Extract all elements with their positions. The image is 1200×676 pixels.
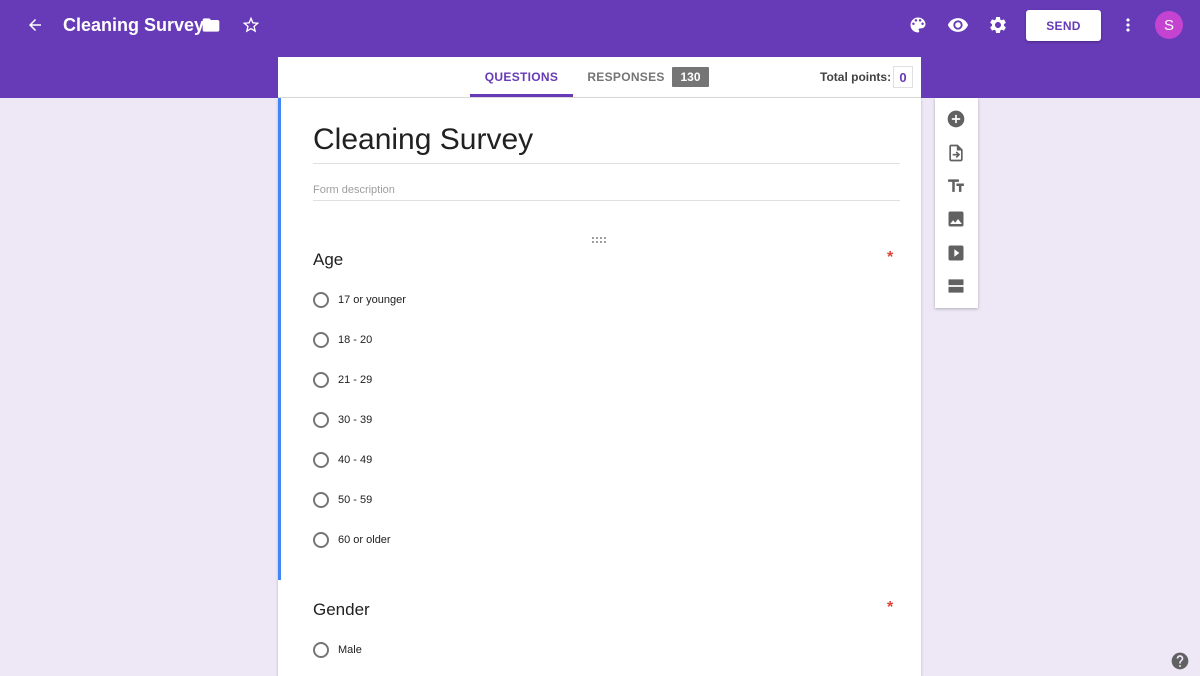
active-tab-indicator <box>470 94 573 97</box>
import-questions-button[interactable] <box>944 141 968 165</box>
back-button[interactable] <box>19 9 51 41</box>
add-title-icon <box>948 179 964 192</box>
customize-theme-button[interactable] <box>902 9 934 41</box>
more-options-button[interactable] <box>1112 9 1144 41</box>
question-title[interactable]: Age <box>313 250 343 270</box>
radio-button[interactable] <box>313 642 329 658</box>
drag-handle-icon[interactable] <box>591 234 607 246</box>
more-vertical-icon <box>1126 18 1130 32</box>
radio-option[interactable]: 30 - 39 <box>313 411 372 429</box>
arrow-back-icon <box>29 19 41 31</box>
question-title[interactable]: Gender <box>313 600 370 620</box>
radio-button[interactable] <box>313 412 329 428</box>
radio-button[interactable] <box>313 292 329 308</box>
responses-count-badge[interactable]: 130 <box>672 67 709 87</box>
tab-questions[interactable]: QUESTIONS <box>470 57 573 97</box>
add-question-button[interactable] <box>944 107 968 131</box>
add-image-button[interactable] <box>944 207 968 231</box>
import-questions-icon <box>949 144 963 162</box>
form-card: Cleaning Survey Form description Age * 1… <box>278 98 921 676</box>
radio-option[interactable]: 40 - 49 <box>313 451 372 469</box>
add-video-button[interactable] <box>944 241 968 265</box>
add-video-icon <box>948 245 964 261</box>
tab-responses[interactable]: RESPONSES <box>587 57 664 97</box>
settings-button[interactable] <box>982 9 1014 41</box>
active-section-indicator <box>278 98 281 580</box>
option-label: 60 or older <box>338 534 391 546</box>
help-button[interactable] <box>1170 651 1190 671</box>
radio-option[interactable]: 50 - 59 <box>313 491 372 509</box>
form-description-field[interactable]: Form description <box>313 182 900 201</box>
star-outline-icon <box>242 16 260 33</box>
add-title-button[interactable] <box>944 174 968 198</box>
form-title[interactable]: Cleaning Survey <box>313 120 900 164</box>
question-toolbar <box>935 98 978 308</box>
gear-icon <box>990 16 1006 33</box>
radio-button[interactable] <box>313 372 329 388</box>
add-image-icon <box>948 211 964 227</box>
radio-option[interactable]: Male <box>313 641 362 659</box>
radio-button[interactable] <box>313 452 329 468</box>
required-asterisk: * <box>887 249 894 266</box>
eye-icon <box>947 18 969 32</box>
option-label: 40 - 49 <box>338 454 373 466</box>
radio-option[interactable]: 17 or younger <box>313 291 406 309</box>
radio-option[interactable]: 21 - 29 <box>313 371 372 389</box>
option-label: 21 - 29 <box>338 374 373 386</box>
move-to-folder-button[interactable] <box>195 9 227 41</box>
palette-icon <box>910 17 926 33</box>
help-icon <box>1171 652 1189 670</box>
star-button[interactable] <box>235 9 267 41</box>
radio-button[interactable] <box>313 492 329 508</box>
option-label: Male <box>338 644 362 656</box>
total-points-value: 0 <box>893 66 913 88</box>
radio-option[interactable]: 60 or older <box>313 531 391 549</box>
folder-icon <box>202 18 220 32</box>
add-question-icon <box>947 110 965 128</box>
add-section-icon <box>948 279 964 293</box>
radio-button[interactable] <box>313 332 329 348</box>
option-label: 18 - 20 <box>338 334 373 346</box>
send-button[interactable]: SEND <box>1026 10 1101 41</box>
preview-button[interactable] <box>942 9 974 41</box>
option-label: 50 - 59 <box>338 494 373 506</box>
account-avatar[interactable]: S <box>1155 11 1183 39</box>
radio-button[interactable] <box>313 532 329 548</box>
form-tabs: QUESTIONS RESPONSES 130 Total points: 0 <box>278 57 921 98</box>
option-label: 17 or younger <box>338 294 406 306</box>
form-name[interactable]: Cleaning Survey <box>63 13 204 37</box>
radio-option[interactable]: 18 - 20 <box>313 331 372 349</box>
option-label: 30 - 39 <box>338 414 373 426</box>
add-section-button[interactable] <box>944 274 968 298</box>
required-asterisk: * <box>887 599 894 616</box>
total-points-label: Total points: <box>820 70 892 84</box>
